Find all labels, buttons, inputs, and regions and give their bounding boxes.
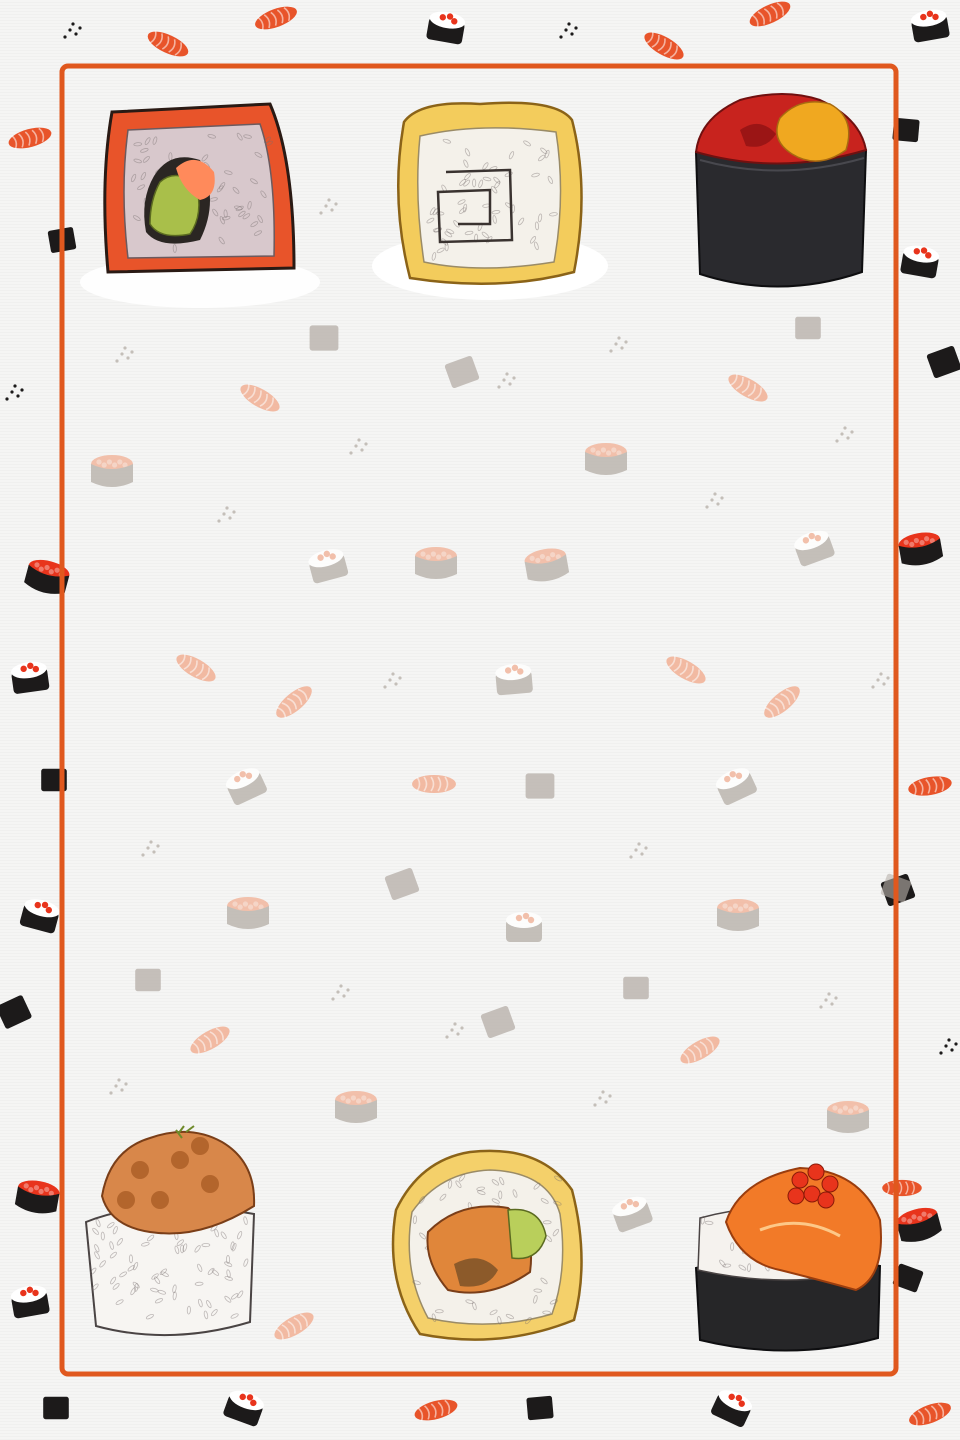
roe-gunkan-icon [14,1180,60,1214]
salmon-slice-icon [255,6,297,31]
topped-rice-ball [84,1125,256,1337]
sesame-dots-icon [629,842,648,859]
salmon-slice-icon [908,776,952,797]
roe-gunkan-icon [717,899,759,931]
salmon-slice-icon [414,1399,458,1422]
salmon-slice-icon [764,686,800,719]
roe-gunkan-icon [896,1207,942,1242]
mini-maki-icon [715,768,757,805]
sesame-dots-icon [115,346,134,363]
rice-block-icon [480,1005,516,1039]
rice-block-icon [926,345,960,379]
salmon-slice-icon [147,30,189,57]
salmon-slice-icon [644,31,684,60]
sesame-dots-icon [383,672,402,689]
sesame-dots-icon [497,372,516,389]
rice-block-icon [309,325,339,351]
sesame-dots-icon [141,840,160,857]
salmon-slice-icon [274,1312,314,1341]
sesame-dots-icon [871,672,890,689]
salmon-slice-icon [240,383,280,412]
mini-maki-icon [910,9,950,43]
salmon-slice-icon [276,686,312,719]
roe-gunkan-icon [524,548,570,582]
salmon-slice-icon [728,373,768,402]
sesame-dots-icon [559,22,578,39]
roe-gunkan-icon [91,455,133,487]
sesame-dots-icon [445,1022,464,1039]
mini-maki-icon [900,245,940,279]
sesame-dots-icon [835,426,854,443]
rice-block-icon [0,995,32,1029]
roe-gunkan-icon [335,1091,377,1123]
mini-maki-icon [612,1196,653,1233]
mini-maki-icon [19,899,60,934]
sesame-dots-icon [5,384,24,401]
sesame-dots-icon [331,984,350,1001]
salmon-slice-icon [176,653,216,682]
mini-maki-icon [223,1390,264,1427]
salmon-slice-icon [8,127,52,150]
roe-gunkan-icon [827,1101,869,1133]
roe-gunkan-icon [415,547,457,579]
roe-gunkan-icon [898,532,944,566]
salmon-roe-gunkan [694,1163,882,1352]
rice-block-icon [135,968,161,992]
rice-block-icon [795,316,821,340]
sesame-dots-icon [593,1090,612,1107]
poster-artwork [0,1,960,1427]
salmon-avocado-roll [80,102,320,308]
salmon-slice-icon [749,1,791,28]
salmon-slice-icon [909,1402,951,1427]
sesame-dots-icon [319,198,338,215]
rice-block-icon [43,1396,69,1420]
salmon-slice-icon [882,1179,922,1197]
sesame-dots-icon [217,506,236,523]
salmon-slice-icon [190,1026,230,1055]
sesame-dots-icon [609,336,628,353]
rice-block-icon [526,1395,554,1421]
tuna-gunkan [694,93,868,288]
mini-maki-icon [11,661,50,694]
mini-maki-icon [10,1285,50,1319]
rice-block-icon [384,867,420,901]
sesame-dots-icon [109,1078,128,1095]
salmon-slice-icon [680,1036,720,1065]
sesame-dots-icon [939,1038,958,1055]
tempura-filled-roll [391,1149,583,1341]
salmon-slice-icon [666,655,706,684]
rice-block-icon [623,976,649,1000]
mini-maki-icon [225,768,267,805]
rice-block-icon [444,355,480,389]
sushi-poster [0,0,960,1440]
rice-block-icon [525,773,555,799]
mini-maki-icon [711,1390,753,1427]
mini-maki-icon [308,549,349,584]
sushi-illustrations [80,93,882,1352]
roe-gunkan-icon [227,897,269,929]
mini-maki-icon [426,11,466,45]
sesame-dots-icon [349,438,368,455]
mini-maki-icon [794,530,835,567]
mini-maki-icon [495,663,533,696]
sesame-dots-icon [63,22,82,39]
mini-maki-icon [506,912,542,942]
roe-gunkan-icon [585,443,627,475]
sesame-dots-icon [705,492,724,509]
sesame-dots-icon [819,992,838,1009]
tempura-fried-roll [372,101,608,300]
salmon-slice-icon [412,775,456,793]
